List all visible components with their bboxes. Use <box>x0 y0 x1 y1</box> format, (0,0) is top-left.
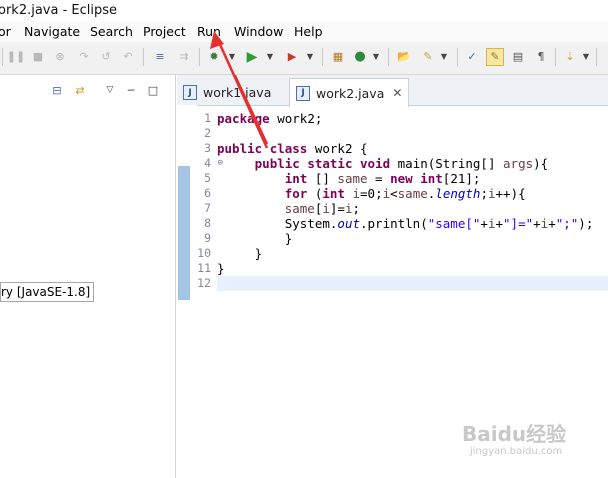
toggle-mark-occurrences-icon[interactable]: ✎ <box>486 48 504 66</box>
main-toolbar: ❚❚ ■ ⊗ ↷ ↺ ↶ ≡ ⇉ ✹ ▼ ▶ ▼ ▶ ▼ ▦ ● ▼ 📂 ✎ ▼… <box>0 42 608 75</box>
menu-run[interactable]: Run <box>197 24 221 39</box>
new-dropdown-icon[interactable]: ▼ <box>372 49 380 65</box>
link-with-editor-icon[interactable]: ⇄ <box>73 83 87 97</box>
toolbar-separator <box>143 48 144 66</box>
menu-window[interactable]: Window <box>234 24 283 39</box>
search-icon[interactable]: ✎ <box>420 49 436 65</box>
window-title: ork2.java - Eclipse <box>0 3 118 18</box>
toolbar-separator <box>555 48 556 66</box>
collapse-all-icon[interactable]: ⊟ <box>50 83 64 97</box>
step-into-icon[interactable]: ↷ <box>76 49 92 65</box>
package-explorer-panel: ⊟ ⇄ ▽ ─ □ ry [JavaSE-1.8] <box>0 75 176 478</box>
external-tool-dropdown-icon[interactable]: ▼ <box>306 49 314 65</box>
toolbar-separator <box>596 48 597 66</box>
toolbar-separator <box>388 48 389 66</box>
next-edit-dropdown-icon[interactable]: ▼ <box>582 49 590 65</box>
suspend-icon[interactable]: ❚❚ <box>7 49 25 65</box>
toolbar-separator <box>2 48 3 66</box>
jre-system-library-item[interactable]: ry [JavaSE-1.8] <box>0 282 95 302</box>
watermark-url: jingyan.baidu.com <box>470 446 563 457</box>
menu-bar: or Navigate Search Project Run Window He… <box>0 22 608 43</box>
minimize-icon[interactable]: ─ <box>124 83 138 97</box>
title-bar: ork2.java - Eclipse <box>0 0 608 22</box>
step-return-icon[interactable]: ↶ <box>120 49 136 65</box>
new-java-project-icon[interactable]: ▦ <box>330 49 346 65</box>
toolbar-separator <box>322 48 323 66</box>
run-icon[interactable]: ▶ <box>244 49 260 65</box>
menu-editor[interactable]: or <box>0 24 11 39</box>
disconnect-icon[interactable]: ⊗ <box>52 49 68 65</box>
debug-icon[interactable]: ✹ <box>206 49 222 65</box>
toolbar-separator <box>457 48 458 66</box>
new-class-icon[interactable]: ● <box>352 49 368 65</box>
run-dropdown-icon[interactable]: ▼ <box>266 49 274 65</box>
view-menu-icon[interactable]: ▽ <box>103 83 117 97</box>
arrow-shaft <box>233 75 269 145</box>
show-whitespace-icon[interactable]: ¶ <box>533 49 549 65</box>
debug-dropdown-icon[interactable]: ▼ <box>228 49 236 65</box>
next-edit-icon[interactable]: ⇣ <box>562 49 578 65</box>
next-annotation-icon[interactable]: ✓ <box>464 49 480 65</box>
menu-search[interactable]: Search <box>90 24 133 39</box>
menu-help[interactable]: Help <box>294 24 323 39</box>
menu-navigate[interactable]: Navigate <box>24 24 80 39</box>
search-dropdown-icon[interactable]: ▼ <box>440 49 448 65</box>
step-over-icon[interactable]: ↺ <box>98 49 114 65</box>
maximize-icon[interactable]: □ <box>146 83 160 97</box>
watermark-logo: Baidu经验 <box>462 422 567 446</box>
toolbar-separator <box>199 48 200 66</box>
terminate-icon[interactable]: ■ <box>30 49 46 65</box>
use-step-filters-icon[interactable]: ≡ <box>152 49 168 65</box>
toggle-block-selection-icon[interactable]: ▤ <box>510 49 526 65</box>
menu-project[interactable]: Project <box>143 24 186 39</box>
drop-to-frame-icon[interactable]: ⇉ <box>176 49 192 65</box>
run-external-tool-icon[interactable]: ▶ <box>284 49 300 65</box>
open-type-icon[interactable]: 📂 <box>396 49 412 65</box>
